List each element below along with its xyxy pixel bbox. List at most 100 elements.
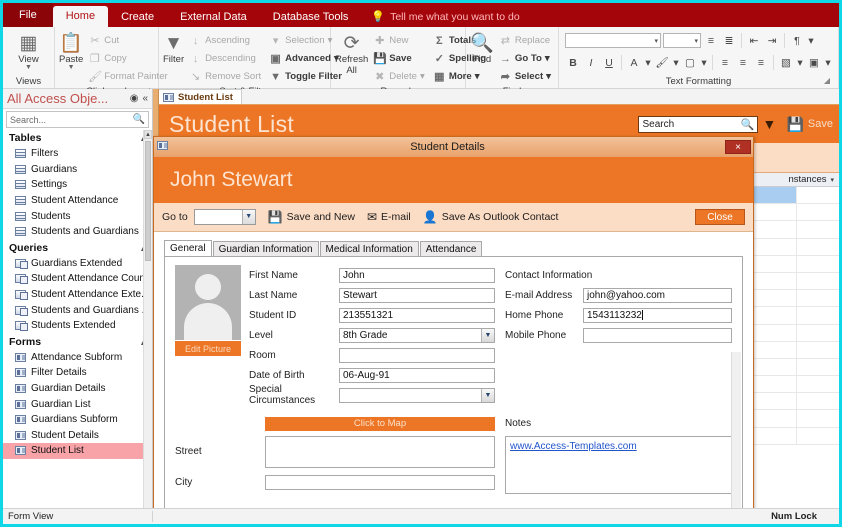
view-button[interactable]: ▦ View ▼ — [7, 31, 50, 71]
datasheet-format-button[interactable]: ▧ — [778, 55, 794, 71]
nav-item-students[interactable]: Students — [3, 208, 152, 224]
nav-item-filter-details[interactable]: Filter Details — [3, 365, 152, 381]
format-painter-button[interactable]: 🖌 Format Painter — [85, 68, 170, 85]
gridlines-button[interactable]: ▣ — [806, 55, 822, 71]
close-icon[interactable]: × — [725, 140, 751, 154]
save-button[interactable]: 💾 Save — [786, 116, 833, 133]
align-right-button[interactable]: ≡ — [753, 55, 769, 71]
text-direction-button[interactable]: ¶ — [789, 33, 805, 49]
nav-item-student-details[interactable]: Student Details — [3, 428, 152, 444]
chevron-down-icon[interactable]: ▼ — [481, 329, 494, 342]
chevron-down-icon[interactable]: ▾ — [830, 176, 837, 184]
increase-indent-button[interactable]: ⇥ — [764, 33, 780, 49]
nav-item-guardian-list[interactable]: Guardian List — [3, 396, 152, 412]
tab-attendance[interactable]: Attendance — [420, 241, 483, 256]
home-phone-input[interactable]: 1543113232 — [583, 308, 732, 323]
remove-sort-button[interactable]: ↘ Remove Sort — [186, 68, 264, 85]
go-to-button[interactable]: → Go To ▾ — [496, 50, 554, 67]
dialog-scrollbar[interactable] — [731, 352, 741, 511]
cut-button[interactable]: ✂ Cut — [85, 32, 170, 49]
nav-item-settings[interactable]: Settings — [3, 177, 152, 193]
nav-item-students-and-guardians-query[interactable]: Students and Guardians ... — [3, 302, 152, 318]
ribbon-tab-file[interactable]: File — [3, 3, 53, 27]
nav-item-guardians[interactable]: Guardians — [3, 162, 152, 178]
fill-color-button[interactable]: ▢ — [682, 55, 698, 71]
nav-item-attendance-subform[interactable]: Attendance Subform — [3, 350, 152, 366]
tab-general[interactable]: General — [164, 240, 212, 256]
email-button[interactable]: ✉ E-mail — [367, 210, 411, 224]
delete-record-button[interactable]: ✖ Delete ▾ — [370, 68, 428, 85]
chevron-down-icon[interactable]: ▼ — [481, 389, 494, 402]
last-name-input[interactable]: Stewart — [339, 288, 495, 303]
paste-button[interactable]: 📋 Paste ▼ — [59, 31, 83, 71]
room-input[interactable] — [339, 348, 495, 363]
underline-button[interactable]: U — [601, 55, 617, 71]
collapse-pane-icon[interactable]: « — [142, 93, 148, 104]
nav-item-guardians-extended[interactable]: Guardians Extended — [3, 256, 152, 272]
navigation-scrollbar[interactable]: ▲ — [143, 130, 152, 524]
nav-item-student-attendance-extended[interactable]: Student Attendance Exte... — [3, 287, 152, 303]
nav-item-students-and-guardians[interactable]: Students and Guardians — [3, 224, 152, 240]
ribbon-tab-database-tools[interactable]: Database Tools — [260, 7, 362, 27]
save-record-button[interactable]: 💾 Save — [370, 50, 428, 67]
font-name-combo[interactable]: ▾ — [565, 33, 661, 48]
student-id-input[interactable]: 213551321 — [339, 308, 495, 323]
nav-item-guardians-subform[interactable]: Guardians Subform — [3, 412, 152, 428]
replace-button[interactable]: ⇄ Replace — [496, 32, 554, 49]
notes-link[interactable]: www.Access-Templates.com — [510, 441, 637, 452]
navigation-search-input[interactable]: Search... 🔍 — [6, 111, 149, 128]
select-button[interactable]: ➦ Select ▾ — [496, 68, 554, 85]
search-input[interactable]: Search 🔍 — [638, 116, 758, 133]
dialog-launcher-icon[interactable]: ◢ — [824, 74, 830, 87]
click-to-map-button[interactable]: Click to Map — [265, 417, 495, 431]
ribbon-tab-create[interactable]: Create — [108, 7, 167, 27]
document-tab-student-list[interactable]: Student List — [157, 89, 242, 104]
italic-button[interactable]: I — [583, 55, 599, 71]
date-of-birth-input[interactable]: 06-Aug-91 — [339, 368, 495, 383]
chevron-down-icon[interactable]: ▾ — [644, 55, 652, 71]
nav-section-tables[interactable]: Tables ▲ — [3, 130, 152, 146]
decrease-indent-button[interactable]: ⇤ — [746, 33, 762, 49]
sort-ascending-button[interactable]: ↓ Ascending — [186, 32, 264, 49]
edit-picture-button[interactable]: Edit Picture — [175, 341, 241, 356]
tab-guardian-information[interactable]: Guardian Information — [213, 241, 319, 256]
nav-item-filters[interactable]: Filters — [3, 146, 152, 162]
nav-section-forms[interactable]: Forms ▲ — [3, 334, 152, 350]
nav-item-student-attendance-count[interactable]: Student Attendance Count — [3, 271, 152, 287]
goto-select[interactable]: ▼ — [194, 209, 256, 225]
copy-button[interactable]: ❐ Copy — [85, 50, 170, 67]
save-as-outlook-contact-button[interactable]: 👤 Save As Outlook Contact — [423, 210, 559, 224]
filter-button[interactable]: ▼ Filter — [163, 31, 184, 65]
font-color-button[interactable]: A — [626, 55, 642, 71]
navigation-pane-header[interactable]: All Access Obje... ◉ « — [3, 89, 152, 109]
special-circumstances-select[interactable]: ▼ — [339, 388, 495, 403]
ribbon-tab-external-data[interactable]: External Data — [167, 7, 260, 27]
mobile-phone-input[interactable] — [583, 328, 732, 343]
chevron-down-icon[interactable]: ▾ — [796, 55, 804, 71]
close-button[interactable]: Close — [695, 209, 745, 225]
street-input[interactable] — [265, 436, 495, 468]
nav-item-student-list[interactable]: Student List — [3, 443, 152, 459]
save-and-new-button[interactable]: 💾 Save and New — [268, 210, 355, 224]
filter-icon[interactable]: ▼ — [758, 116, 780, 132]
chevron-down-icon[interactable]: ▾ — [672, 55, 680, 71]
scrollbar-thumb[interactable] — [145, 141, 151, 261]
dropdown-circle-icon[interactable]: ◉ — [130, 93, 139, 104]
align-center-button[interactable]: ≡ — [735, 55, 751, 71]
dialog-title-bar[interactable]: Student Details × — [154, 137, 753, 157]
numbered-list-button[interactable]: ≣ — [721, 33, 737, 49]
sort-descending-button[interactable]: ↓ Descending — [186, 50, 264, 67]
tell-me-search[interactable]: 💡 Tell me what you want to do — [361, 7, 529, 27]
level-select[interactable]: 8th Grade ▼ — [339, 328, 495, 343]
bulleted-list-button[interactable]: ≡ — [703, 33, 719, 49]
nav-item-students-extended[interactable]: Students Extended — [3, 318, 152, 334]
nav-item-student-attendance[interactable]: Student Attendance — [3, 193, 152, 209]
refresh-all-button[interactable]: ⟳ Refresh All — [335, 31, 368, 76]
chevron-down-icon[interactable]: ▾ — [700, 55, 708, 71]
city-input[interactable] — [265, 475, 495, 490]
chevron-down-icon[interactable]: ▾ — [807, 33, 815, 49]
bold-button[interactable]: B — [565, 55, 581, 71]
font-size-combo[interactable]: ▾ — [663, 33, 701, 48]
scroll-up-arrow-icon[interactable]: ▲ — [144, 130, 152, 139]
email-address-input[interactable]: john@yahoo.com — [583, 288, 732, 303]
